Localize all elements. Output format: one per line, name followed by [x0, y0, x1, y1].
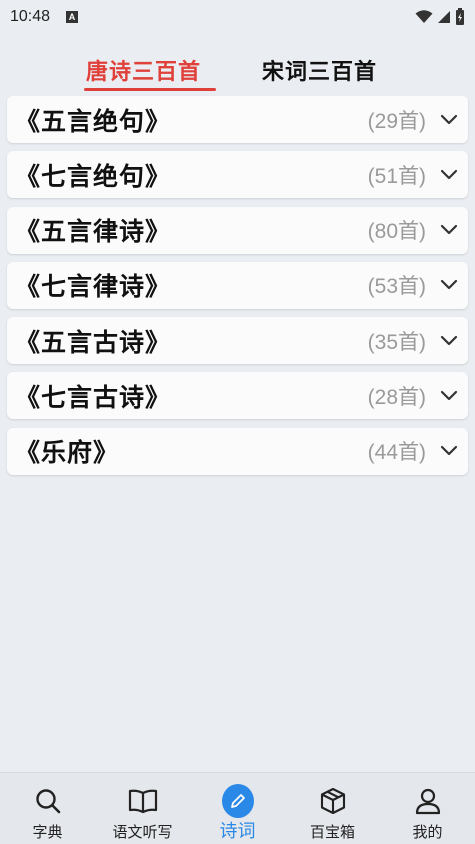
nav-dictionary[interactable]: 字典 [0, 773, 95, 844]
nav-label: 语文听写 [112, 823, 173, 841]
poem-count: (53首) [367, 275, 426, 299]
nav-profile[interactable]: 我的 [380, 773, 475, 844]
book-icon [127, 785, 159, 817]
wifi-icon [415, 10, 433, 23]
nav-dictation[interactable]: 语文听写 [95, 773, 190, 844]
tab-tang-poems[interactable]: 唐诗三百首 [86, 54, 201, 86]
category-title: 《五言律诗》 [15, 217, 172, 247]
list-item[interactable]: 《五言古诗》 (35首) [7, 317, 468, 365]
status-icons [415, 8, 465, 26]
nav-label: 百宝箱 [309, 823, 355, 841]
poem-count: (29首) [367, 109, 426, 133]
category-tabs: 唐诗三百首 宋词三百首 [0, 50, 475, 94]
category-title: 《七言古诗》 [15, 382, 172, 412]
category-title: 《五言古诗》 [15, 327, 172, 357]
poem-count: (80首) [367, 220, 426, 244]
list-item[interactable]: 《乐府》 (44首) [7, 427, 468, 475]
user-icon [412, 785, 444, 817]
poem-count: (35首) [367, 330, 426, 354]
status-bar: 10:48 A [0, 0, 475, 34]
poem-count: (28首) [367, 385, 426, 409]
list-item[interactable]: 《七言律诗》 (53首) [7, 261, 468, 309]
chevron-down-icon[interactable] [438, 440, 460, 462]
category-title: 《五言绝句》 [15, 106, 172, 136]
chevron-down-icon[interactable] [438, 274, 460, 296]
nav-toolbox[interactable]: 百宝箱 [285, 773, 380, 844]
nav-poetry[interactable]: 诗词 [190, 773, 285, 844]
list-item[interactable]: 《七言绝句》 (51首) [7, 151, 468, 199]
nav-label: 诗词 [219, 821, 256, 842]
poem-category-list: 《五言绝句》 (29首) 《七言绝句》 (51首) 《五言律诗》 (80首) 《… [7, 96, 468, 483]
list-item[interactable]: 《七言古诗》 (28首) [7, 372, 468, 420]
signal-icon [438, 11, 450, 23]
chevron-down-icon[interactable] [438, 330, 460, 352]
poem-count: (51首) [367, 164, 426, 188]
chevron-down-icon[interactable] [438, 385, 460, 407]
search-icon [32, 785, 64, 817]
nav-label: 我的 [412, 823, 443, 841]
active-tab-underline [84, 88, 216, 91]
chevron-down-icon[interactable] [438, 219, 460, 241]
notification-icon: A [66, 11, 79, 23]
poem-count: (44首) [367, 441, 426, 465]
status-time: 10:48 [10, 8, 51, 25]
category-title: 《七言绝句》 [15, 161, 172, 191]
category-title: 《七言律诗》 [15, 272, 172, 302]
box-icon [317, 785, 349, 817]
chevron-down-icon[interactable] [438, 109, 460, 131]
pen-icon [221, 784, 254, 818]
chevron-down-icon[interactable] [438, 164, 460, 186]
category-title: 《乐府》 [15, 438, 120, 468]
battery-icon [456, 8, 464, 25]
list-item[interactable]: 《五言绝句》 (29首) [7, 96, 468, 143]
tab-song-ci[interactable]: 宋词三百首 [262, 54, 377, 86]
nav-label: 字典 [32, 823, 63, 841]
bottom-nav: 字典 语文听写 诗词 百宝箱 我的 [0, 772, 475, 844]
list-item[interactable]: 《五言律诗》 (80首) [7, 206, 468, 254]
